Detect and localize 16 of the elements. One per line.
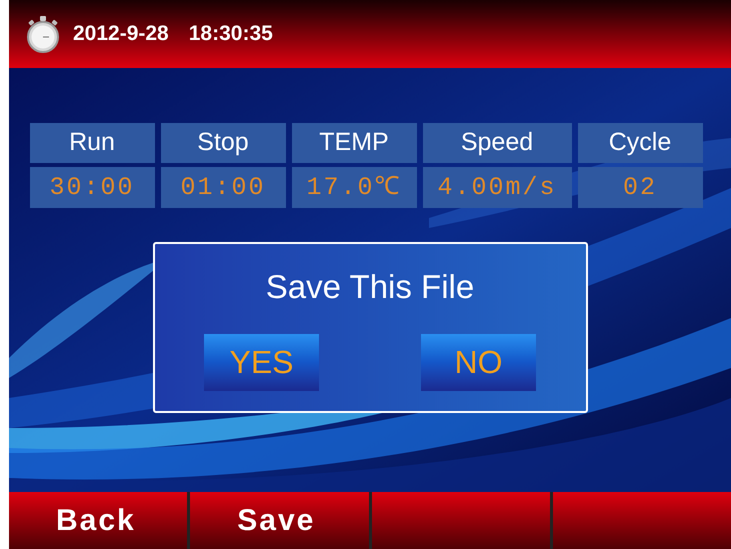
table-cell: 30:00 bbox=[30, 167, 154, 208]
date-text: 2012-9-28 bbox=[73, 21, 169, 48]
column-header: Stop bbox=[160, 123, 286, 163]
column-header: TEMP bbox=[292, 123, 416, 163]
column-header: Cycle bbox=[578, 123, 702, 163]
table-cell: 01:00 bbox=[160, 167, 286, 208]
table-cell: 4.00m/s bbox=[422, 167, 572, 208]
table-cell: 02 bbox=[578, 167, 702, 208]
time-text: 18:30:35 bbox=[188, 21, 273, 48]
column-header: Speed bbox=[422, 123, 572, 163]
footer-button[interactable]: Save bbox=[190, 492, 368, 549]
table-cell: 17.0℃ bbox=[292, 167, 416, 208]
dialog-title: Save This File bbox=[266, 267, 474, 307]
footer-button[interactable]: Back bbox=[9, 492, 188, 549]
stopwatch-icon bbox=[25, 15, 61, 53]
column-header: Run bbox=[30, 123, 154, 163]
